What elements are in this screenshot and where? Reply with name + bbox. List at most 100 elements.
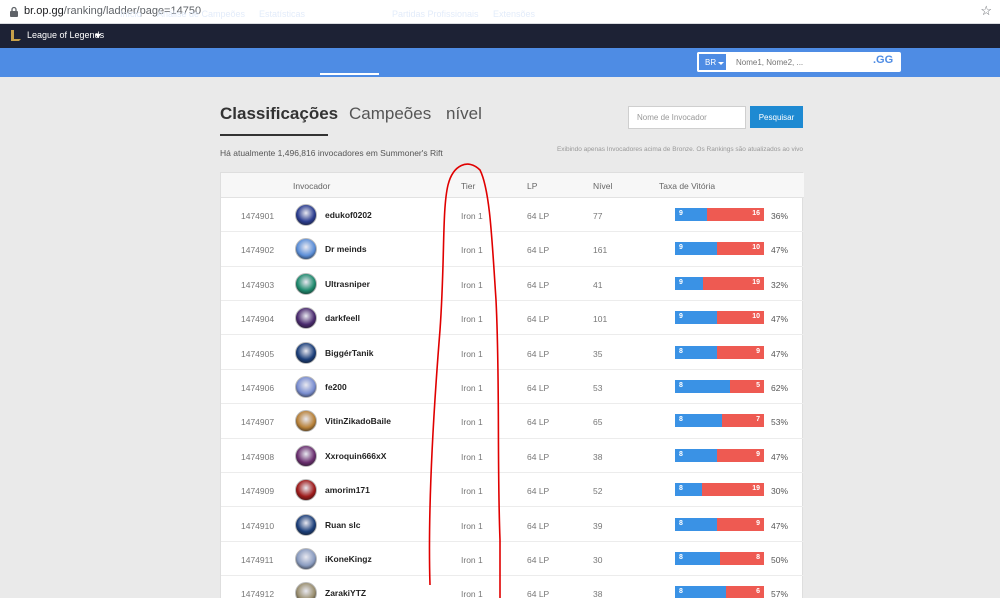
rank-number: 1474907 — [241, 417, 275, 428]
summoner-name-link[interactable]: iKoneKingz — [325, 554, 372, 564]
win-loss-bar: 89 — [675, 517, 764, 531]
table-row[interactable]: 1474904 darkfeell Iron 1 64 LP 101 9 10 47% — [221, 301, 804, 336]
level-value: 161 — [593, 245, 608, 256]
win-rate-value: 36% — [771, 211, 789, 221]
summoner-name-link[interactable]: VitinZikadoBaile — [325, 416, 391, 426]
summoner-avatar[interactable] — [295, 444, 317, 467]
win-rate-value: 50% — [771, 555, 789, 565]
summoner-name-link[interactable]: darkfeell — [325, 313, 360, 323]
summoner-name-link[interactable]: BiggérTanik — [325, 348, 374, 358]
win-loss-bar: 89 — [675, 345, 764, 359]
win-rate-value: 57% — [771, 589, 789, 598]
level-value: 53 — [593, 383, 603, 393]
bookmark-star-icon[interactable]: ☆ — [980, 3, 992, 19]
lp-value: 64 LP — [527, 245, 550, 256]
rank-number: 1474911 — [241, 555, 274, 565]
table-row[interactable]: 1474903 Ultrasniper Iron 1 64 LP 41 9 19 32% — [221, 267, 804, 302]
table-row[interactable]: 1474909 amorim171 Iron 1 64 LP 52 8 19 30% — [221, 473, 804, 508]
rank-number: 1474901 — [241, 211, 275, 221]
gg-search-button[interactable]: .GG — [873, 54, 893, 66]
summoner-avatar[interactable] — [295, 548, 317, 570]
wins-count: 8 — [679, 382, 683, 389]
summoner-avatar[interactable] — [295, 376, 317, 398]
table-row[interactable]: 1474906 fe200 Iron 1 64 LP 53 8 5 62% — [221, 370, 804, 405]
nav-item-inicio[interactable]: Início — [120, 9, 142, 19]
table-row[interactable]: 1474901 edukof0202 Iron 1 64 LP 77 9 16 36% — [221, 198, 804, 233]
game-selector-title[interactable]: League of Legends — [27, 30, 104, 40]
win-loss-bar: 9 10 — [675, 242, 764, 256]
summoner-avatar[interactable] — [295, 479, 317, 502]
nav-item-rankings[interactable]: Classificações — [320, 9, 383, 19]
tier-value: Iron 1 — [461, 211, 483, 221]
tier-value: Iron 1 — [461, 348, 483, 359]
table-row[interactable]: 1474907 VitinZikadoBaile Iron 1 64 LP 65 8 7 53… — [221, 404, 804, 439]
multisearch-input[interactable] — [736, 54, 864, 70]
summoner-avatar[interactable] — [295, 204, 317, 226]
wins-count: 9 — [679, 210, 683, 217]
header-lp: LP — [527, 181, 538, 191]
summoner-name-link[interactable]: Ruan slc — [325, 520, 360, 530]
summoner-avatar[interactable] — [295, 238, 317, 261]
losses-count: 16 — [752, 210, 760, 217]
tier-value: Iron 1 — [461, 245, 483, 256]
nav-item-pro-matches[interactable]: Partidas Profissionais — [392, 9, 479, 19]
wins-count: 8 — [679, 416, 683, 424]
level-value: 65 — [593, 417, 603, 428]
caret-down-icon[interactable] — [95, 34, 101, 38]
lp-value: 64 LP — [527, 383, 550, 393]
wins-count: 8 — [679, 588, 683, 596]
summoner-name-link[interactable]: ZarakiYTZ — [325, 588, 366, 598]
summoner-avatar[interactable] — [295, 410, 317, 433]
losses-count: 19 — [752, 485, 760, 493]
summoner-name-link[interactable]: fe200 — [325, 382, 347, 392]
rank-number: 1474909 — [241, 486, 275, 497]
tier-value: Iron 1 — [461, 589, 483, 598]
summoner-avatar[interactable] — [295, 272, 317, 295]
table-row[interactable]: 1474910 Ruan slc Iron 1 64 LP 39 8 9 47% — [221, 508, 804, 542]
tab-champions[interactable]: Campeões — [349, 104, 431, 124]
table-row[interactable]: 1474911 iKoneKingz Iron 1 64 LP 30 8 8 50% — [221, 542, 804, 577]
summoner-name-link[interactable]: Dr meinds — [325, 244, 367, 254]
nav-item-extensions[interactable]: Extensões — [493, 9, 535, 19]
header-level: Nível — [593, 181, 613, 191]
win-rate-value: 47% — [771, 520, 789, 531]
region-label: BR — [705, 58, 717, 67]
tab-rankings[interactable]: Classificações — [220, 104, 338, 124]
search-button[interactable]: Pesquisar — [750, 106, 803, 128]
summoner-avatar[interactable] — [295, 341, 317, 364]
win-loss-bar: 9 19 — [675, 276, 764, 290]
summoner-name-link[interactable]: Ultrasniper — [325, 279, 370, 289]
summoner-avatar[interactable] — [295, 582, 317, 598]
nav-item-statistics[interactable]: Estatísticas — [259, 9, 305, 19]
win-rate-value: 32% — [771, 279, 789, 290]
tier-value: Iron 1 — [461, 520, 483, 531]
table-row[interactable]: 1474905 BiggérTanik Iron 1 64 LP 35 8 9 47% — [221, 336, 804, 370]
losses-count: 7 — [756, 416, 760, 424]
summoner-name-link[interactable]: amorim171 — [325, 485, 370, 495]
summoner-search-input[interactable] — [628, 106, 746, 129]
losses-count: 9 — [756, 519, 760, 527]
win-loss-bar: 8 19 — [675, 483, 764, 497]
win-rate-value: 62% — [771, 383, 789, 393]
summoner-multisearch: BR .GG — [697, 52, 901, 72]
summoner-avatar[interactable] — [295, 513, 317, 536]
lp-value: 64 LP — [527, 417, 550, 428]
lp-value: 64 LP — [527, 520, 550, 531]
region-select[interactable]: BR — [697, 52, 728, 72]
rank-number: 1474902 — [241, 245, 275, 256]
losses-count: 9 — [756, 450, 760, 458]
nav-item-champion-analysis[interactable]: Análise de Campeões — [157, 9, 245, 19]
league-logo-icon — [11, 30, 21, 41]
tier-value: Iron 1 — [461, 555, 483, 565]
summoner-avatar[interactable] — [295, 307, 317, 330]
summoner-name-link[interactable]: edukof0202 — [325, 210, 372, 220]
table-row[interactable]: 1474912 ZarakiYTZ Iron 1 64 LP 38 8 6 57% — [221, 576, 804, 598]
tab-level[interactable]: nível — [446, 104, 482, 124]
table-row[interactable]: 1474902 Dr meinds Iron 1 64 LP 161 9 10 47% — [221, 232, 804, 267]
level-value: 35 — [593, 348, 603, 359]
summoner-name-link[interactable]: Xxroquin666xX — [325, 451, 386, 461]
losses-count: 8 — [756, 554, 760, 561]
table-row[interactable]: 1474908 Xxroquin666xX Iron 1 64 LP 38 8 9 47% — [221, 439, 804, 474]
tab-active-indicator — [220, 134, 328, 136]
tier-value: Iron 1 — [461, 486, 483, 497]
